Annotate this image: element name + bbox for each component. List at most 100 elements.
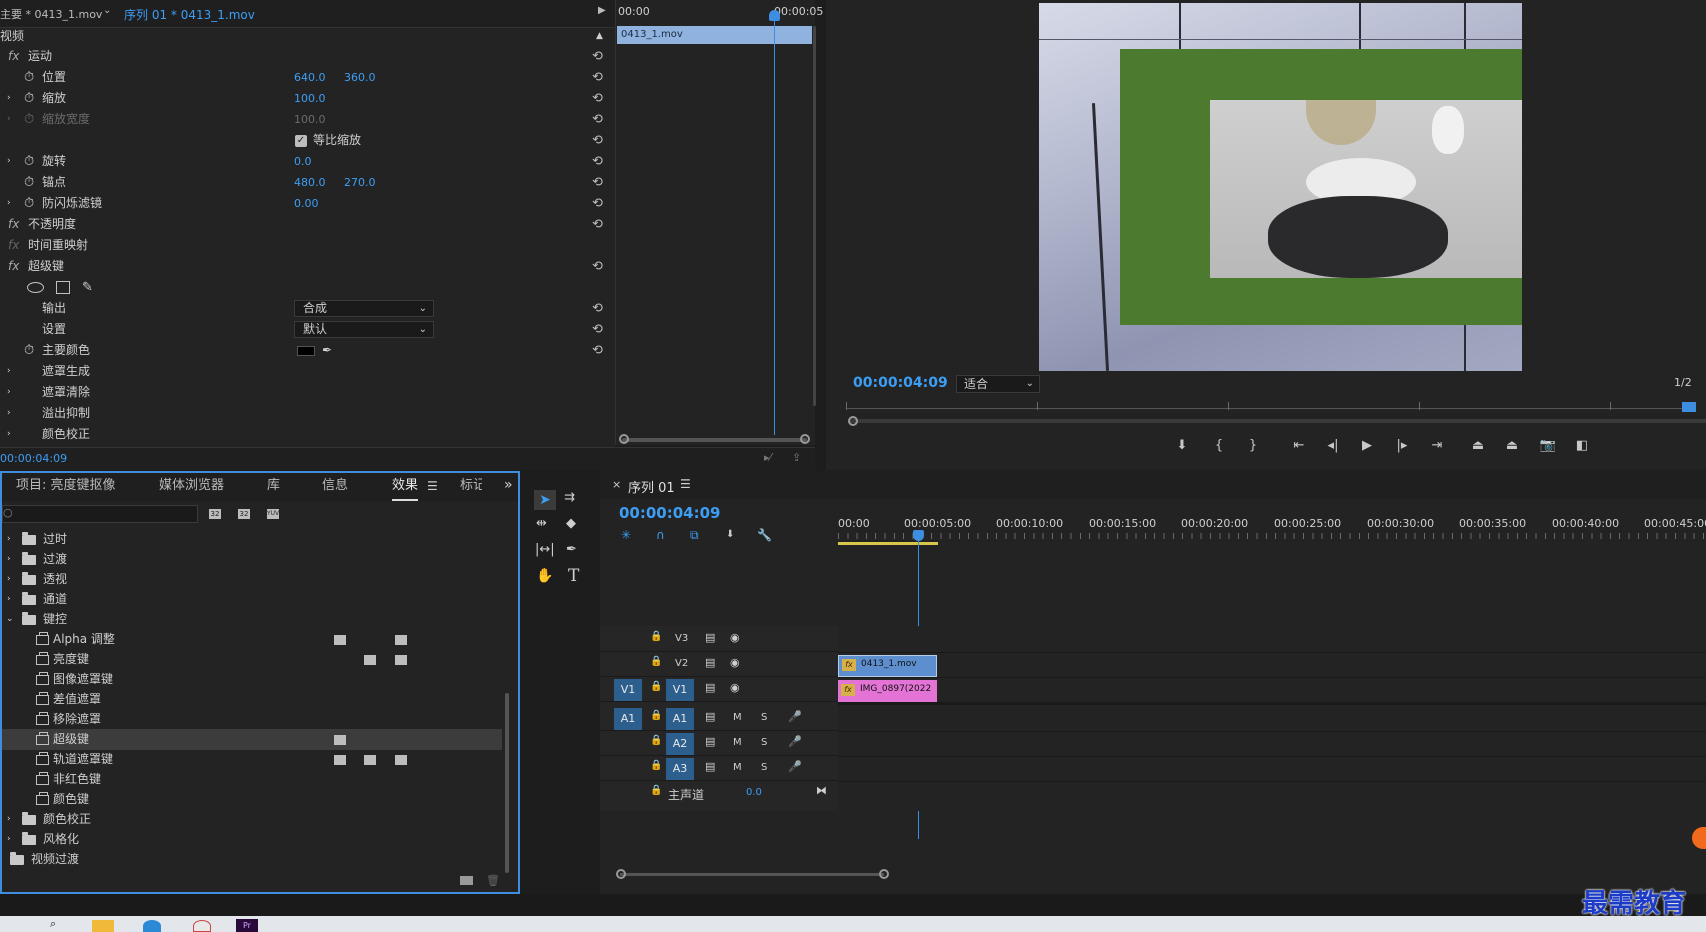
tree-effect-non-red[interactable]: 非红色键 bbox=[2, 769, 502, 790]
ellipse-mask-icon[interactable] bbox=[27, 282, 44, 293]
play-only-audio-icon[interactable]: ▶ bbox=[598, 5, 606, 16]
tree-effect-ultra-key[interactable]: 超级键 bbox=[2, 729, 502, 750]
tree-folder-keying[interactable]: ⌄ 键控 bbox=[2, 609, 502, 630]
tree-folder-stylize[interactable]: › 风格化 bbox=[2, 829, 502, 850]
expand-arrow-icon[interactable]: › bbox=[7, 569, 11, 590]
razor-tool-icon[interactable]: ◆ bbox=[566, 516, 576, 531]
microphone-icon[interactable]: 🎤 bbox=[788, 710, 802, 723]
stopwatch-icon[interactable]: ⏱ bbox=[24, 340, 34, 361]
expand-arrow-icon[interactable]: › bbox=[7, 809, 11, 830]
effect-time-remap[interactable]: fx 时间重映射 bbox=[0, 235, 610, 256]
track-label-a1[interactable]: A1 bbox=[666, 708, 694, 730]
track-label-v1[interactable]: V1 bbox=[666, 679, 694, 701]
group-matte-generation[interactable]: › 遮罩生成 bbox=[0, 361, 610, 382]
program-video-frame[interactable] bbox=[1039, 3, 1522, 371]
fx-icon[interactable]: fx bbox=[8, 46, 19, 67]
collapse-arrow-icon[interactable]: ⌄ bbox=[6, 609, 14, 630]
32bit-filter-icon[interactable]: 32 bbox=[238, 509, 250, 519]
source-clip-tab[interactable]: 主要 * 0413_1.mov bbox=[0, 6, 102, 22]
rotation-value[interactable]: 0.0 bbox=[294, 151, 312, 172]
eye-icon[interactable]: ◉ bbox=[730, 681, 740, 694]
lock-icon[interactable]: 🔒 bbox=[650, 656, 662, 667]
tree-effect-track-matte[interactable]: 轨道遮罩键 bbox=[2, 749, 502, 770]
timeline-zoom-handle-right[interactable] bbox=[879, 869, 889, 879]
linked-selection-icon[interactable]: ⧉ bbox=[690, 528, 699, 543]
reset-icon[interactable]: ⟲ bbox=[592, 256, 603, 277]
eye-icon[interactable]: ◉ bbox=[730, 656, 740, 669]
program-timecode[interactable]: 00:00:04:09 bbox=[853, 375, 948, 391]
expand-arrow-icon[interactable]: › bbox=[7, 589, 11, 610]
lock-icon[interactable]: 🔒 bbox=[650, 681, 662, 692]
slip-tool-icon[interactable]: |↔| bbox=[535, 542, 555, 557]
resolution-dropdown[interactable]: 1/2 bbox=[1674, 376, 1692, 389]
microphone-icon[interactable]: 🎤 bbox=[788, 760, 802, 773]
lock-icon[interactable]: 🔒 bbox=[650, 631, 662, 642]
stopwatch-icon[interactable]: ⏱ bbox=[24, 67, 34, 88]
tree-effect-color-key[interactable]: 颜色键 bbox=[2, 789, 502, 810]
mute-button[interactable]: M bbox=[733, 762, 742, 773]
timeline-zoom-bar[interactable] bbox=[620, 873, 884, 876]
expand-arrow-icon[interactable]: › bbox=[7, 529, 11, 550]
tab-project[interactable]: 项目: 亮度键抠像 bbox=[16, 473, 116, 499]
fx-icon[interactable]: fx bbox=[8, 256, 19, 277]
mute-button[interactable]: M bbox=[733, 712, 742, 723]
panel-menu-icon[interactable]: ☰ bbox=[680, 477, 691, 491]
stopwatch-icon[interactable]: ⏱ bbox=[24, 193, 34, 214]
lock-icon[interactable]: 🔒 bbox=[650, 710, 662, 721]
lock-icon[interactable]: 🔒 bbox=[650, 785, 662, 796]
track-lanes[interactable] bbox=[838, 626, 1706, 811]
paint-app-icon[interactable] bbox=[193, 920, 211, 932]
go-to-out-icon[interactable]: ⇥ bbox=[1426, 438, 1448, 453]
wrench-icon[interactable]: 🔧 bbox=[757, 528, 772, 542]
ec-playhead-head[interactable] bbox=[769, 10, 780, 21]
reset-icon[interactable]: ⟲ bbox=[592, 88, 603, 109]
ec-timecode[interactable]: 00:00:04:09 bbox=[0, 452, 67, 465]
group-matte-cleanup[interactable]: › 遮罩清除 bbox=[0, 382, 610, 403]
stopwatch-icon[interactable]: ⏱ bbox=[24, 88, 34, 109]
expand-arrow-icon[interactable]: › bbox=[7, 403, 11, 424]
uniform-scale-checkbox[interactable]: ✓ bbox=[295, 135, 307, 147]
effect-motion[interactable]: fx 运动 ⟲ bbox=[0, 46, 610, 67]
ec-zoom-handle-right[interactable] bbox=[800, 434, 810, 444]
toggle-sync-icon[interactable]: ▤ bbox=[705, 681, 715, 694]
track-label-v2[interactable]: V2 bbox=[675, 658, 688, 669]
eye-icon[interactable]: ◉ bbox=[730, 631, 740, 644]
timeline-timecode[interactable]: 00:00:04:09 bbox=[619, 504, 721, 522]
position-x-value[interactable]: 640.0 bbox=[294, 67, 326, 88]
sequence-tab[interactable]: 序列 01 bbox=[628, 477, 675, 496]
tab-effects[interactable]: 效果 bbox=[392, 473, 419, 501]
tree-folder-color-correction[interactable]: › 颜色校正 bbox=[2, 809, 502, 830]
expand-arrow-icon[interactable]: › bbox=[7, 549, 11, 570]
ec-mini-clip[interactable]: 0413_1.mov bbox=[617, 26, 812, 44]
toggle-sync-icon[interactable]: ▤ bbox=[705, 735, 715, 748]
stopwatch-icon[interactable]: ⏱ bbox=[24, 151, 34, 172]
tab-libraries[interactable]: 库 bbox=[267, 473, 280, 499]
lock-icon[interactable]: 🔒 bbox=[650, 760, 662, 771]
group-spill-suppression[interactable]: › 溢出抑制 bbox=[0, 403, 610, 424]
program-zoom-handle[interactable] bbox=[848, 416, 858, 426]
panel-menu-icon[interactable]: ☰ bbox=[427, 479, 438, 493]
track-label-a2[interactable]: A2 bbox=[666, 733, 694, 755]
pen-mask-icon[interactable]: ✎ bbox=[82, 277, 93, 298]
hand-tool-icon[interactable]: ✋ bbox=[536, 568, 553, 584]
fit-dropdown[interactable]: 适合 ⌄ bbox=[956, 375, 1040, 393]
reset-icon[interactable]: ⟲ bbox=[592, 172, 603, 193]
anti-flicker-value[interactable]: 0.00 bbox=[294, 193, 319, 214]
clip-v1[interactable]: fx IMG_0897(2022 bbox=[838, 680, 937, 702]
tab-info[interactable]: 信息 bbox=[322, 473, 348, 499]
ec-zoom-handle-left[interactable] bbox=[619, 434, 629, 444]
effects-scrollbar[interactable] bbox=[505, 693, 509, 873]
yuv-filter-icon[interactable]: YUV bbox=[267, 509, 279, 519]
ripple-edit-tool-icon[interactable]: ⇹ bbox=[536, 516, 547, 531]
type-tool-icon[interactable]: T bbox=[568, 566, 579, 586]
chevron-down-icon[interactable]: ⌄ bbox=[103, 5, 111, 16]
group-color-correction[interactable]: › 颜色校正 bbox=[0, 424, 610, 445]
toggle-sync-icon[interactable]: ▤ bbox=[705, 656, 715, 669]
setting-dropdown[interactable]: 默认 ⌄ bbox=[294, 321, 434, 338]
toggle-sync-icon[interactable]: ▤ bbox=[705, 760, 715, 773]
solo-button[interactable]: S bbox=[761, 762, 767, 773]
eyedropper-icon[interactable]: ✒ bbox=[322, 340, 332, 361]
reset-icon[interactable]: ⟲ bbox=[592, 298, 603, 319]
toggle-sync-icon[interactable]: ▤ bbox=[705, 631, 715, 644]
search-icon[interactable]: ⌕ bbox=[50, 917, 56, 931]
